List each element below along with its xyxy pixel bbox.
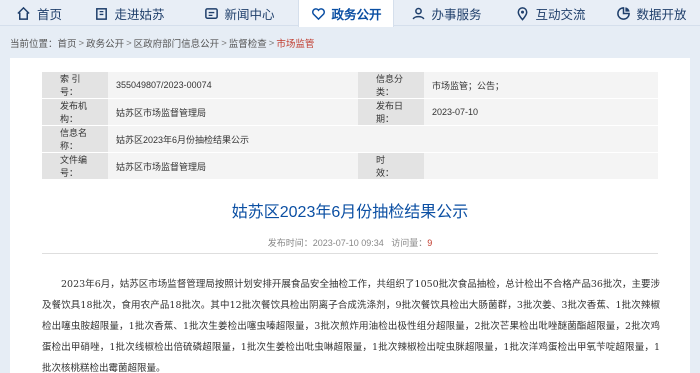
nav-gov-affairs-label: 政务公开 — [331, 8, 382, 22]
effect-value — [424, 152, 658, 180]
nav-gov-affairs[interactable]: 政务公开 — [298, 0, 394, 27]
name-label: 信息名称： — [42, 125, 108, 153]
nav-about-label: 走进姑苏 — [114, 7, 165, 22]
hits-label: 访问量： — [391, 238, 428, 248]
breadcrumb-separator: > — [268, 37, 275, 49]
breadcrumb-supervision[interactable]: 监督检查 — [229, 36, 267, 50]
breadcrumb-gov-affairs[interactable]: 政务公开 — [86, 36, 124, 50]
breadcrumb-home[interactable]: 首页 — [58, 36, 77, 50]
nav-services[interactable]: 办事服务 — [394, 0, 498, 26]
info-row: 文件编号： 姑苏区市场监督管理局 时 效： — [42, 152, 658, 180]
hits-value: 9 — [427, 238, 433, 248]
info-row: 索 引 号： 355049807/2023-00074 信息分类： 市场监管；公… — [42, 72, 658, 99]
org-value: 姑苏区市场监督管理局 — [108, 98, 358, 126]
date-label: 发布日期： — [358, 98, 424, 126]
home-icon — [16, 5, 32, 21]
nav-open-data-label: 数据开放 — [636, 7, 687, 22]
service-icon — [410, 5, 426, 21]
nav-services-label: 办事服务 — [431, 7, 482, 22]
doc-label: 文件编号： — [42, 152, 108, 180]
nav-home[interactable]: 首页 — [0, 0, 78, 26]
breadcrumb: 当前位置： 首页 > 政务公开 > 区政府部门信息公开 > 监督检查 > 市场监… — [10, 34, 314, 52]
divider — [42, 253, 658, 254]
nav-news-label: 新闻中心 — [224, 7, 275, 22]
breadcrumb-prefix: 当前位置： — [10, 39, 58, 50]
date-value: 2023-07-10 — [424, 98, 658, 126]
index-value: 355049807/2023-00074 — [108, 72, 358, 99]
effect-label: 时 效： — [358, 152, 424, 180]
publish-time-label: 发布时间： — [267, 238, 313, 248]
breadcrumb-separator: > — [78, 37, 85, 49]
nav-interaction-label: 互动交流 — [535, 7, 586, 22]
category-label: 信息分类： — [358, 72, 424, 99]
category-value: 市场监管；公告； — [424, 72, 658, 99]
building-icon — [93, 5, 109, 21]
info-row: 发布机构： 姑苏区市场监督管理局 发布日期： 2023-07-10 — [42, 98, 658, 126]
breadcrumb-market-regulation[interactable]: 市场监管 — [276, 36, 314, 50]
index-label: 索 引 号： — [42, 72, 108, 99]
publish-time-value: 2023-07-10 09:34 — [312, 238, 384, 248]
nav-home-label: 首页 — [36, 7, 62, 22]
doc-value: 姑苏区市场监督管理局 — [108, 152, 358, 180]
name-value: 姑苏区2023年6月份抽检结果公示 — [108, 125, 658, 153]
nav-about[interactable]: 走进姑苏 — [78, 0, 180, 26]
nav-interaction[interactable]: 互动交流 — [498, 0, 602, 26]
article-title: 姑苏区2023年6月份抽检结果公示 — [231, 204, 469, 221]
info-table: 索 引 号： 355049807/2023-00074 信息分类： 市场监管；公… — [42, 72, 658, 180]
main-nav: 首页 走进姑苏 新闻中心 政务公开 办事服务 互动交流 数据开放 — [0, 0, 700, 27]
info-row: 信息名称： 姑苏区2023年6月份抽检结果公示 — [42, 125, 658, 153]
nav-open-data[interactable]: 数据开放 — [602, 0, 700, 26]
nav-news[interactable]: 新闻中心 — [180, 0, 298, 26]
location-icon — [514, 5, 530, 21]
org-label: 发布机构： — [42, 98, 108, 126]
breadcrumb-separator: > — [221, 37, 227, 49]
content-panel: 索 引 号： 355049807/2023-00074 信息分类： 市场监管；公… — [10, 58, 690, 373]
heart-icon — [310, 6, 326, 22]
article-meta: 发布时间：2023-07-10 09:34 访问量：9 — [10, 236, 690, 249]
news-icon — [203, 5, 219, 21]
breadcrumb-dept-info[interactable]: 区政府部门信息公开 — [134, 36, 220, 50]
data-icon — [615, 5, 631, 21]
breadcrumb-separator: > — [126, 37, 132, 49]
article-body: 2023年6月，姑苏区市场监督管理局按照计划安排开展食品安全抽检工作，共组织了1… — [42, 279, 660, 373]
